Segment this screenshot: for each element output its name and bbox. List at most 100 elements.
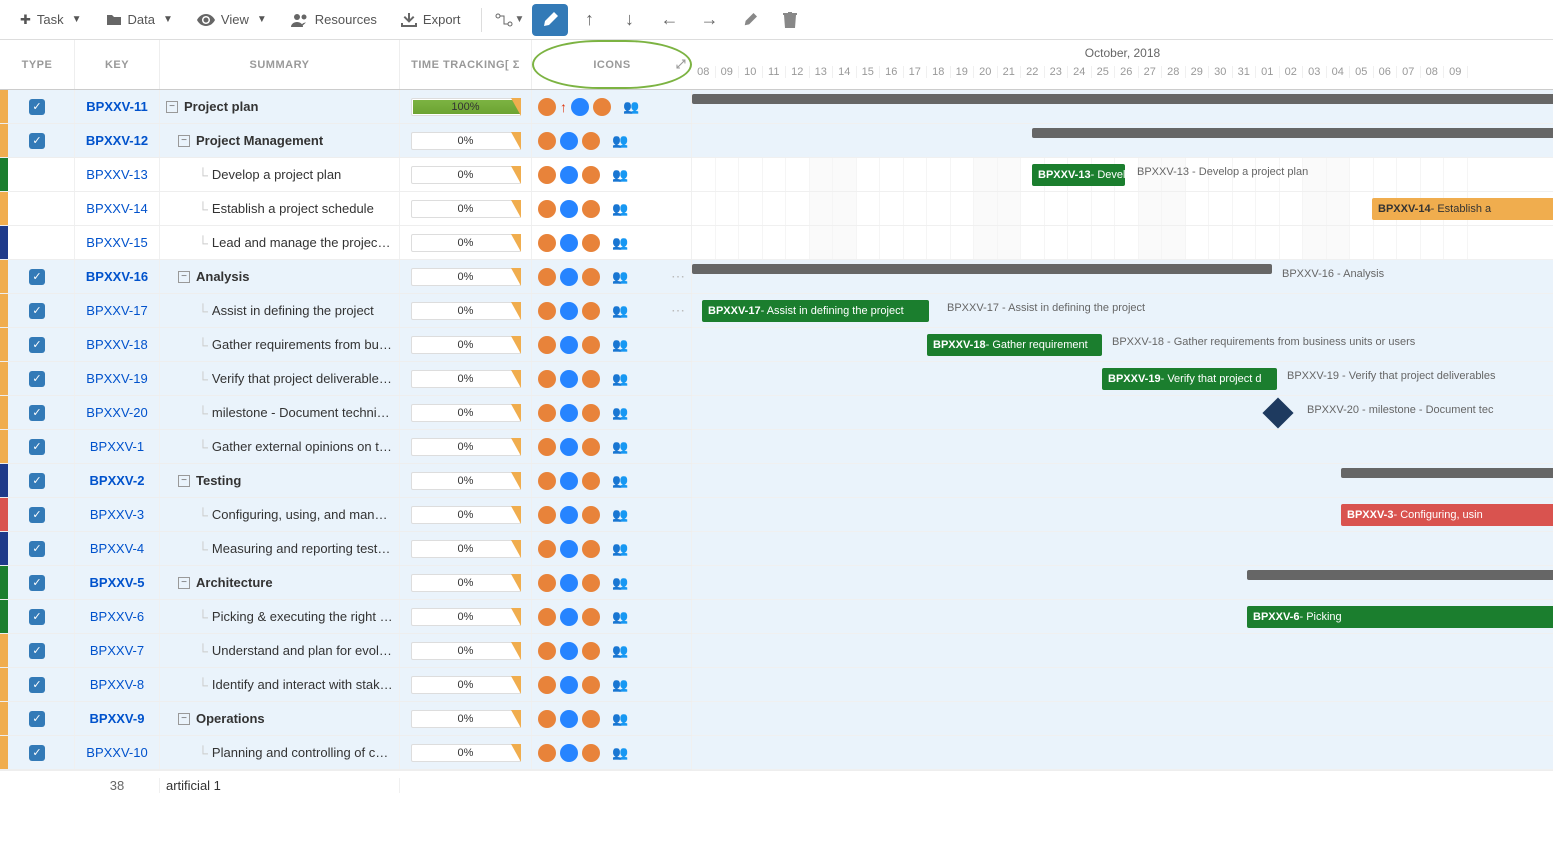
- gantt-row[interactable]: BPXXV-6 - Picking: [692, 600, 1553, 634]
- table-row[interactable]: ✓BPXXV-2−Testing 0% 👥: [0, 464, 692, 498]
- table-row[interactable]: ✓BPXXV-5−Architecture 0% 👥: [0, 566, 692, 600]
- issue-key[interactable]: BPXXV-4: [75, 532, 160, 565]
- status-icon[interactable]: [538, 506, 556, 524]
- table-row[interactable]: BPXXV-14└Establish a project schedule 0%…: [0, 192, 692, 226]
- type-checkbox[interactable]: ✓: [29, 507, 45, 523]
- status-icon[interactable]: [538, 404, 556, 422]
- gantt-bar[interactable]: BPXXV-3 - Configuring, usin: [1341, 504, 1553, 526]
- status-icon[interactable]: [538, 608, 556, 626]
- move-down-button[interactable]: ↓: [612, 4, 648, 36]
- header-time[interactable]: TIME TRACKING[ Σ: [400, 40, 532, 89]
- tree-toggle[interactable]: −: [178, 577, 190, 589]
- table-row[interactable]: ✓BPXXV-8└Identify and interact with stak…: [0, 668, 692, 702]
- type-icon[interactable]: [560, 404, 578, 422]
- header-key[interactable]: KEY: [75, 40, 160, 89]
- assignee-icon[interactable]: 👥: [612, 234, 630, 252]
- status-icon[interactable]: [538, 234, 556, 252]
- status-icon-2[interactable]: [582, 642, 600, 660]
- status-icon-2[interactable]: [582, 302, 600, 320]
- issue-key[interactable]: BPXXV-1: [75, 430, 160, 463]
- assignee-icon[interactable]: 👥: [612, 132, 630, 150]
- table-row[interactable]: ✓BPXXV-6└Picking & executing the right m…: [0, 600, 692, 634]
- status-icon-2[interactable]: [582, 336, 600, 354]
- delete-button[interactable]: [772, 4, 808, 36]
- gantt-row[interactable]: BPXXV-14 - Establish a: [692, 192, 1553, 226]
- link-mode-button[interactable]: ▼: [492, 4, 528, 36]
- status-icon[interactable]: [538, 166, 556, 184]
- status-icon[interactable]: [538, 472, 556, 490]
- assignee-icon[interactable]: 👥: [612, 574, 630, 592]
- type-checkbox[interactable]: ✓: [29, 405, 45, 421]
- gantt-bar[interactable]: BPXXV-17 - Assist in defining the projec…: [702, 300, 929, 322]
- type-checkbox[interactable]: ✓: [29, 473, 45, 489]
- gantt-row[interactable]: [692, 668, 1553, 702]
- assignee-icon[interactable]: 👥: [612, 744, 630, 762]
- type-icon[interactable]: [571, 98, 589, 116]
- type-icon[interactable]: [560, 506, 578, 524]
- gantt-bar[interactable]: [1341, 468, 1553, 478]
- assignee-icon[interactable]: 👥: [612, 710, 630, 728]
- gantt-bar[interactable]: BPXXV-18 - Gather requirement: [927, 334, 1102, 356]
- status-icon[interactable]: [538, 540, 556, 558]
- gantt-row[interactable]: [692, 736, 1553, 770]
- assignee-icon[interactable]: 👥: [612, 472, 630, 490]
- gantt-row[interactable]: [692, 634, 1553, 668]
- outdent-button[interactable]: ←: [652, 4, 688, 36]
- type-checkbox[interactable]: ✓: [29, 269, 45, 285]
- gantt-row[interactable]: [692, 430, 1553, 464]
- gantt-row[interactable]: BPXXV-13 - DevelBPXXV-13 - Develop a pro…: [692, 158, 1553, 192]
- task-menu[interactable]: ✚Task▼: [10, 6, 92, 34]
- assignee-icon[interactable]: 👥: [612, 676, 630, 694]
- gantt-row[interactable]: [692, 90, 1553, 124]
- status-icon[interactable]: [538, 268, 556, 286]
- gantt-row[interactable]: BPXXV-16 - Analysis: [692, 260, 1553, 294]
- issue-key[interactable]: BPXXV-16: [75, 260, 160, 293]
- type-icon[interactable]: [560, 642, 578, 660]
- status-icon[interactable]: [538, 676, 556, 694]
- table-row[interactable]: ✓BPXXV-19└Verify that project deliverabl…: [0, 362, 692, 396]
- header-icons[interactable]: ICONS ⤢: [532, 40, 692, 89]
- assignee-icon[interactable]: 👥: [612, 404, 630, 422]
- issue-key[interactable]: BPXXV-19: [75, 362, 160, 395]
- type-icon[interactable]: [560, 540, 578, 558]
- type-checkbox[interactable]: ✓: [29, 643, 45, 659]
- assignee-icon[interactable]: 👥: [612, 642, 630, 660]
- assignee-icon[interactable]: 👥: [612, 370, 630, 388]
- status-icon-2[interactable]: [582, 744, 600, 762]
- issue-key[interactable]: BPXXV-8: [75, 668, 160, 701]
- status-icon[interactable]: [538, 302, 556, 320]
- tree-toggle[interactable]: −: [178, 475, 190, 487]
- status-icon-2[interactable]: [582, 132, 600, 150]
- header-type[interactable]: TYPE: [0, 40, 75, 89]
- type-checkbox[interactable]: ✓: [29, 575, 45, 591]
- type-checkbox[interactable]: ✓: [29, 371, 45, 387]
- status-icon-2[interactable]: [582, 268, 600, 286]
- status-icon[interactable]: [538, 200, 556, 218]
- issue-key[interactable]: BPXXV-3: [75, 498, 160, 531]
- status-icon[interactable]: [538, 710, 556, 728]
- gantt-bar[interactable]: BPXXV-19 - Verify that project d: [1102, 368, 1277, 390]
- type-icon[interactable]: [560, 268, 578, 286]
- type-icon[interactable]: [560, 302, 578, 320]
- assignee-icon[interactable]: 👥: [623, 98, 641, 116]
- gantt-bar[interactable]: BPXXV-6 - Picking: [1247, 606, 1553, 628]
- issue-key[interactable]: BPXXV-12: [75, 124, 160, 157]
- gantt-bar[interactable]: [1032, 128, 1553, 138]
- type-checkbox[interactable]: ✓: [29, 99, 45, 115]
- assignee-icon[interactable]: 👥: [612, 166, 630, 184]
- type-checkbox[interactable]: ✓: [29, 609, 45, 625]
- move-up-button[interactable]: ↑: [572, 4, 608, 36]
- status-icon[interactable]: [538, 132, 556, 150]
- assignee-icon[interactable]: 👥: [612, 608, 630, 626]
- assignee-icon[interactable]: 👥: [612, 336, 630, 354]
- table-row[interactable]: BPXXV-13└Develop a project plan 0% 👥: [0, 158, 692, 192]
- issue-key[interactable]: BPXXV-9: [75, 702, 160, 735]
- type-icon[interactable]: [560, 472, 578, 490]
- status-icon-2[interactable]: [582, 506, 600, 524]
- gantt-row[interactable]: [692, 124, 1553, 158]
- status-icon-2[interactable]: [582, 370, 600, 388]
- gantt-row[interactable]: [692, 464, 1553, 498]
- type-checkbox[interactable]: ✓: [29, 303, 45, 319]
- tree-toggle[interactable]: −: [166, 101, 178, 113]
- row-menu[interactable]: ⋯: [671, 302, 687, 319]
